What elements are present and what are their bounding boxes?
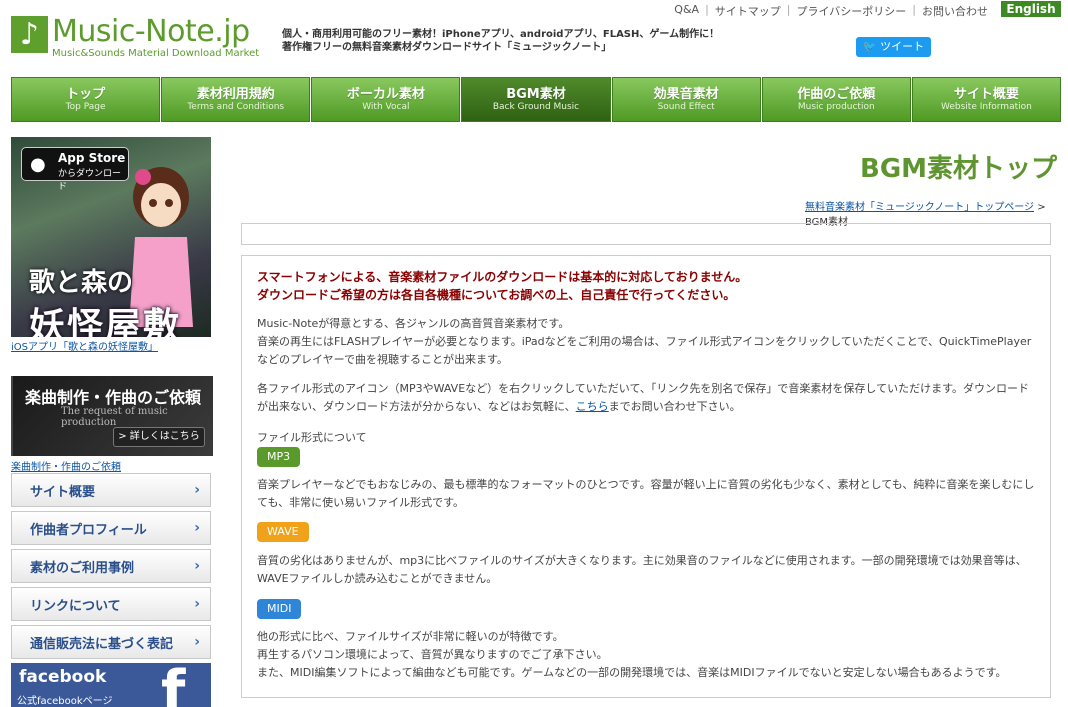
save-text-end: までお問い合わせ下さい。: [608, 400, 741, 413]
game-app-banner[interactable]: ● App Store からダウンロード 歌と森の 妖怪屋敷: [11, 137, 211, 337]
side-menu-label: リンクについて: [30, 598, 121, 614]
nav-sound-effect[interactable]: 効果音素材 Sound Effect: [611, 77, 761, 122]
smartphone-warning: スマートフォンによる、音楽素材ファイルのダウンロードは基本的に対応しておりません…: [257, 268, 747, 304]
nav-label: ボーカル素材: [346, 87, 425, 102]
save-instructions: 各ファイル形式のアイコン（MP3やWAVEなど）を右クリックしていただいて、「リ…: [257, 380, 1037, 416]
nav-sublabel: Back Ground Music: [492, 102, 580, 112]
facebook-icon: f: [161, 663, 186, 707]
mp3-description: 音楽プレイヤーなどでもおなじみの、最も標準的なフォーマットのひとつです。容量が軽…: [257, 478, 1035, 509]
side-menu-usage-examples[interactable]: 素材のご利用事例 ›: [11, 549, 211, 583]
chevron-right-icon: ›: [194, 596, 200, 612]
side-menu-label: 作曲者プロフィール: [30, 522, 147, 538]
app-store-sub: からダウンロード: [58, 169, 122, 192]
empty-panel: [241, 223, 1051, 245]
logo-title: Music-Note.jp: [52, 14, 250, 49]
side-menu-composer-profile[interactable]: 作曲者プロフィール ›: [11, 511, 211, 545]
facebook-title: facebook: [19, 667, 107, 687]
wave-badge[interactable]: WAVE: [257, 522, 309, 542]
nav-label: トップ: [66, 87, 106, 102]
nav-sublabel: Website Information: [940, 102, 1032, 112]
nav-bgm[interactable]: BGM素材 Back Ground Music: [461, 77, 611, 122]
breadcrumb-home-link[interactable]: 無料音楽素材「ミュージックノート」トップページ: [805, 202, 1034, 213]
midi-badge[interactable]: MIDI: [257, 599, 302, 619]
separator: |: [705, 3, 709, 16]
tweet-button[interactable]: 🐦 ツイート: [856, 37, 931, 57]
twitter-bird-icon: 🐦: [862, 40, 877, 53]
side-menu-label: サイト概要: [30, 484, 96, 500]
format-heading: ファイル形式について: [257, 431, 367, 444]
top-link-sitemap[interactable]: サイトマップ: [715, 3, 781, 19]
nav-sublabel: Sound Effect: [657, 102, 715, 112]
logo-subtitle: Music&Sounds Material Download Market: [52, 48, 260, 59]
site-logo[interactable]: ♪ Music-Note.jp Music&Sounds Material Do…: [11, 16, 259, 60]
apple-icon: ●: [30, 154, 46, 175]
game-title-main: 妖怪屋敷: [29, 306, 182, 337]
midi-line1: 他の形式に比べ、ファイルサイズが非常に軽いのが特徴です。: [257, 630, 564, 643]
nav-label: サイト概要: [953, 87, 1019, 102]
tagline-line2: 著作権フリーの無料音楽素材ダウンロードサイト「ミュージックノート」: [282, 42, 612, 53]
tweet-label: ツイート: [880, 40, 925, 53]
app-store-title: App Store: [58, 151, 126, 165]
midi-line2: 再生するパソコン環境によって、音質が異なりますのでご了承下さい。: [257, 648, 608, 661]
top-links: Q&A | サイトマップ | プライバシーポリシー | お問い合わせ: [674, 3, 988, 19]
side-menu-about-links[interactable]: リンクについて ›: [11, 587, 211, 621]
nav-top[interactable]: トップ Top Page: [11, 77, 161, 122]
site-tagline: 個人・商用利用可能のフリー素材！iPhoneアプリ、androidアプリ、FLA…: [282, 28, 752, 54]
side-menu-commerce-law[interactable]: 通信販売法に基づく表記 ›: [11, 625, 211, 659]
chevron-right-icon: ›: [194, 558, 200, 574]
top-link-privacy[interactable]: プライバシーポリシー: [797, 3, 907, 19]
nav-label: 素材利用規約: [196, 87, 275, 102]
midi-line3: また、MIDI編集ソフトによって編曲なども可能です。ゲームなどの一部の開発環境で…: [257, 666, 1007, 679]
nav-terms[interactable]: 素材利用規約 Terms and Conditions: [161, 77, 311, 122]
warning-line1: スマートフォンによる、音楽素材ファイルのダウンロードは基本的に対応しておりません…: [257, 270, 748, 284]
mp3-badge[interactable]: MP3: [257, 447, 301, 467]
intro-line1: Music-Noteが得意とする、各ジャンルの高音質音楽素材です。: [257, 317, 570, 330]
nav-sublabel: Music production: [797, 102, 875, 112]
tagline-line1: 個人・商用利用可能のフリー素材！iPhoneアプリ、androidアプリ、FLA…: [282, 29, 720, 40]
nav-sublabel: Terms and Conditions: [187, 102, 285, 112]
side-menu-label: 通信販売法に基づく表記: [30, 636, 174, 652]
side-menu: サイト概要 › 作曲者プロフィール › 素材のご利用事例 › リンクについて › 通信販…: [11, 473, 211, 663]
game-title-top: 歌と森の: [29, 268, 134, 298]
english-button[interactable]: English: [1001, 1, 1061, 17]
nav-sublabel: Top Page: [65, 102, 106, 112]
chevron-right-icon: ›: [194, 482, 200, 498]
main-nav: トップ Top Page 素材利用規約 Terms and Conditions ボ…: [11, 77, 1061, 122]
details-button[interactable]: > 詳しくはこちら: [113, 427, 205, 447]
music-production-link[interactable]: 楽曲制作・作曲のご依頼: [11, 458, 121, 473]
intro-text: Music-Noteが得意とする、各ジャンルの高音質音楽素材です。 音楽の再生に…: [257, 315, 1037, 369]
nav-production[interactable]: 作曲のご依頼 Music production: [761, 77, 911, 122]
separator: |: [912, 3, 916, 16]
promo-title: 楽曲制作・作曲のご依頼: [25, 388, 202, 407]
music-production-banner[interactable]: 楽曲制作・作曲のご依頼 The request of music product…: [11, 376, 213, 456]
content-panel: スマートフォンによる、音楽素材ファイルのダウンロードは基本的に対応しておりません…: [241, 255, 1051, 698]
nav-label: BGM素材: [506, 87, 566, 102]
page-title: BGM素材トップ: [860, 154, 1058, 184]
wave-description: 音質の劣化はありませんが、mp3に比べファイルのサイズが大きくなります。主に効果…: [257, 554, 1027, 585]
separator: |: [786, 3, 791, 16]
side-menu-site-overview[interactable]: サイト概要 ›: [11, 473, 211, 507]
nav-label: 作曲のご依頼: [797, 87, 876, 102]
app-store-badge[interactable]: ● App Store からダウンロード: [21, 147, 129, 192]
nav-vocal[interactable]: ボーカル素材 With Vocal: [311, 77, 461, 122]
chevron-right-icon: ›: [194, 634, 200, 650]
chevron-right-icon: ›: [194, 520, 200, 536]
intro-line2: 音楽の再生にはFLASHプレイヤーが必要となります。iPadなどをご利用の場合は…: [257, 335, 1032, 366]
warning-line2: ダウンロードご希望の方は各自各機種についてお調べの上、自己責任で行ってください。: [257, 288, 736, 302]
facebook-banner[interactable]: facebook 公式facebookページ f: [11, 663, 211, 707]
nav-sublabel: With Vocal: [362, 102, 410, 112]
promo-subtitle: The request of music production: [61, 406, 168, 428]
facebook-subtitle: 公式facebookページ: [17, 696, 113, 707]
music-note-icon: ♪: [11, 16, 48, 53]
game-app-link[interactable]: iOSアプリ「歌と森の妖怪屋敷」: [11, 338, 158, 353]
top-link-contact[interactable]: お問い合わせ: [922, 3, 988, 19]
side-menu-label: 素材のご利用事例: [30, 560, 135, 576]
contact-link[interactable]: こちら: [576, 400, 609, 413]
top-link-qa[interactable]: Q&A: [674, 3, 699, 19]
nav-label: 効果音素材: [653, 87, 719, 102]
midi-description: 他の形式に比べ、ファイルサイズが非常に軽いのが特徴です。 再生するパソコン環境に…: [257, 628, 1037, 682]
nav-site-info[interactable]: サイト概要 Website Information: [911, 77, 1061, 122]
